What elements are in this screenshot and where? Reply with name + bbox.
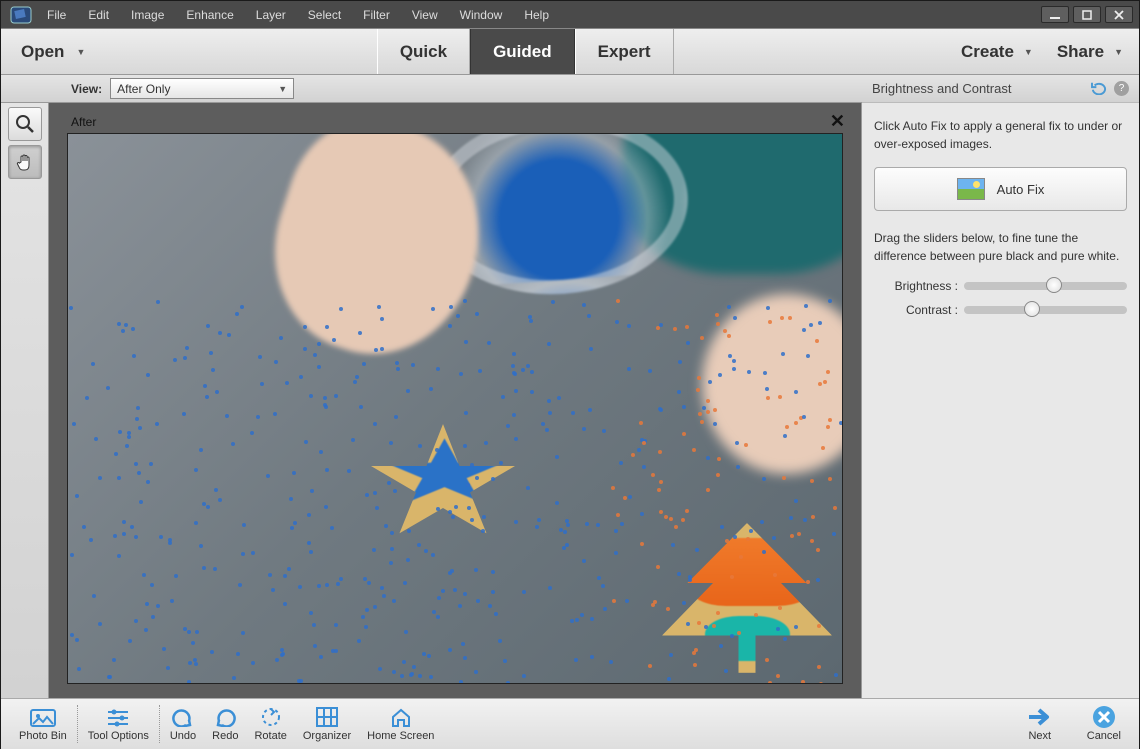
close-button[interactable] <box>1105 6 1133 23</box>
mode-tabs: Quick Guided Expert <box>377 29 674 74</box>
main-area: After ✕ Brightness and Contrast ? Click … <box>1 103 1139 698</box>
menu-view[interactable]: View <box>410 4 440 26</box>
hand-tool[interactable] <box>8 145 42 179</box>
autofix-label: Auto Fix <box>997 182 1045 197</box>
menu-image[interactable]: Image <box>129 4 166 26</box>
contrast-row: Contrast : <box>874 303 1127 317</box>
open-button[interactable]: Open ▼ <box>1 29 105 74</box>
mode-bar: Open ▼ Quick Guided Expert Create ▼ Shar… <box>1 28 1139 75</box>
redo-icon <box>212 706 238 728</box>
chevron-down-icon: ▼ <box>278 84 287 94</box>
photo-canvas[interactable] <box>67 133 843 684</box>
open-label: Open <box>21 42 64 62</box>
organizer-button[interactable]: Organizer <box>295 706 359 742</box>
tab-expert[interactable]: Expert <box>575 29 674 74</box>
rotate-icon <box>258 706 284 728</box>
share-label: Share <box>1057 42 1104 62</box>
cancel-button[interactable]: Cancel <box>1079 706 1129 742</box>
home-button[interactable]: Home Screen <box>359 706 442 742</box>
bb-label: Organizer <box>303 730 351 742</box>
redo-button[interactable]: Redo <box>204 706 246 742</box>
bb-label: Photo Bin <box>19 730 67 742</box>
menu-enhance[interactable]: Enhance <box>184 4 235 26</box>
sliders-icon <box>105 706 131 728</box>
grid-icon <box>314 706 340 728</box>
panel-intro: Click Auto Fix to apply a general fix to… <box>874 117 1127 153</box>
undo-button[interactable]: Undo <box>162 706 204 742</box>
tool-strip <box>1 103 49 698</box>
photo-bin-button[interactable]: Photo Bin <box>11 706 75 742</box>
brightness-label: Brightness : <box>874 279 964 293</box>
arrow-right-icon <box>1027 706 1053 728</box>
mode-actions: Create ▼ Share ▼ <box>945 29 1139 74</box>
help-icon[interactable]: ? <box>1114 81 1129 96</box>
bb-label: Undo <box>170 730 196 742</box>
menu-layer[interactable]: Layer <box>254 4 288 26</box>
close-icon[interactable]: ✕ <box>830 111 845 132</box>
create-button[interactable]: Create ▼ <box>961 42 1033 62</box>
menu-file[interactable]: File <box>45 4 68 26</box>
panel-header: Brightness and Contrast ? <box>862 75 1139 103</box>
panel-desc: Drag the sliders below, to fine tune the… <box>874 229 1127 265</box>
menu-select[interactable]: Select <box>306 4 343 26</box>
zoom-tool[interactable] <box>8 107 42 141</box>
view-label: View: <box>71 82 102 96</box>
window-controls <box>1041 6 1133 23</box>
magnifier-icon <box>15 114 35 134</box>
cancel-icon <box>1091 706 1117 728</box>
reset-icon[interactable] <box>1090 81 1108 95</box>
title-bar: File Edit Image Enhance Layer Select Fil… <box>1 1 1139 28</box>
app-icon <box>5 4 37 26</box>
view-select[interactable]: After Only ▼ <box>110 78 294 99</box>
canvas-label: After <box>71 115 96 129</box>
autofix-icon <box>957 178 985 200</box>
photo-bin-icon <box>30 706 56 728</box>
home-icon <box>388 706 414 728</box>
menu-filter[interactable]: Filter <box>361 4 392 26</box>
menu-window[interactable]: Window <box>458 4 505 26</box>
right-panel: Brightness and Contrast ? Click Auto Fix… <box>861 103 1139 698</box>
maximize-button[interactable] <box>1073 6 1101 23</box>
bb-label: Rotate <box>254 730 286 742</box>
share-button[interactable]: Share ▼ <box>1057 42 1123 62</box>
canvas-area: After ✕ <box>49 103 861 698</box>
contrast-thumb[interactable] <box>1024 301 1040 317</box>
bottom-bar: Photo Bin Tool Options Undo Redo Rotate … <box>1 698 1139 749</box>
brightness-thumb[interactable] <box>1046 277 1062 293</box>
brightness-slider[interactable] <box>964 282 1127 290</box>
menu-bar: File Edit Image Enhance Layer Select Fil… <box>45 4 551 26</box>
chevron-down-icon: ▼ <box>76 47 85 57</box>
contrast-slider[interactable] <box>964 306 1127 314</box>
menu-edit[interactable]: Edit <box>86 4 111 26</box>
next-button[interactable]: Next <box>1019 706 1061 742</box>
brightness-row: Brightness : <box>874 279 1127 293</box>
contrast-label: Contrast : <box>874 303 964 317</box>
bb-label: Cancel <box>1087 730 1121 742</box>
hand-icon <box>15 152 35 172</box>
bb-label: Tool Options <box>88 730 149 742</box>
autofix-button[interactable]: Auto Fix <box>874 167 1127 211</box>
menu-help[interactable]: Help <box>522 4 551 26</box>
tab-guided[interactable]: Guided <box>470 29 575 74</box>
panel-title: Brightness and Contrast <box>872 81 1011 96</box>
chevron-down-icon: ▼ <box>1114 47 1123 57</box>
tool-options-button[interactable]: Tool Options <box>80 706 157 742</box>
create-label: Create <box>961 42 1014 62</box>
view-value: After Only <box>117 82 170 96</box>
chevron-down-icon: ▼ <box>1024 47 1033 57</box>
minimize-button[interactable] <box>1041 6 1069 23</box>
undo-icon <box>170 706 196 728</box>
tab-quick[interactable]: Quick <box>377 29 470 74</box>
bb-label: Next <box>1028 730 1051 742</box>
bb-label: Home Screen <box>367 730 434 742</box>
rotate-button[interactable]: Rotate <box>246 706 294 742</box>
bb-label: Redo <box>212 730 238 742</box>
